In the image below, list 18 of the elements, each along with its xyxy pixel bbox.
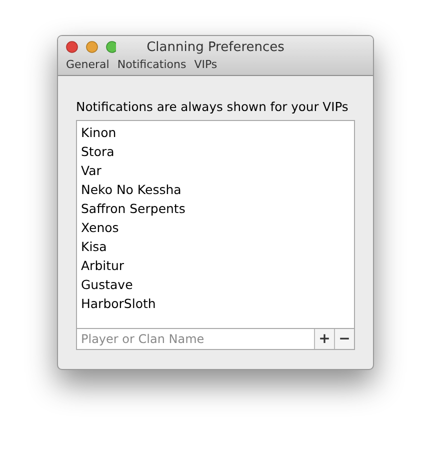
toolbar-tab[interactable]: VIPs — [194, 58, 218, 71]
vip-item[interactable]: Kisa — [81, 237, 350, 256]
vip-item[interactable]: Var — [81, 161, 350, 180]
toolbar-tab[interactable]: General — [66, 58, 110, 71]
toolbar-tab[interactable]: Notifications — [117, 58, 186, 71]
vip-item[interactable]: Saffron Serpents — [81, 199, 350, 218]
remove-button[interactable]: − — [334, 329, 354, 349]
vip-item[interactable]: Stora — [81, 142, 350, 161]
window-controls-icon[interactable] — [66, 41, 116, 53]
add-button[interactable]: + — [314, 329, 334, 349]
vip-item[interactable]: Xenos — [81, 218, 350, 237]
vip-item[interactable]: Neko No Kessha — [81, 180, 350, 199]
vip-item[interactable]: HarborSloth — [81, 294, 350, 313]
vip-item[interactable]: Kinon — [81, 123, 350, 142]
vip-item[interactable]: Arbitur — [81, 256, 350, 275]
window-title: Clanning Preferences — [146, 40, 284, 54]
section-heading: Notifications are always shown for your VIPs — [76, 100, 350, 114]
vip-item[interactable]: Gustave — [81, 275, 350, 294]
